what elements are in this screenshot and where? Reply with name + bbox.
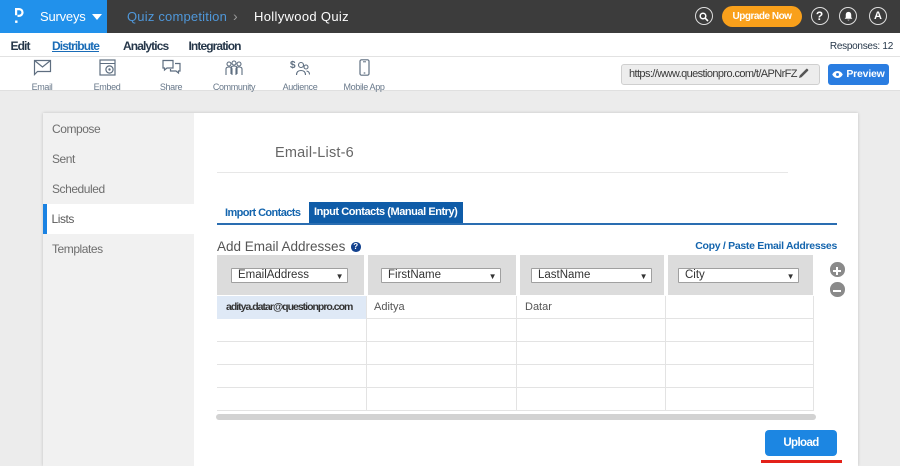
svg-text:$: $ bbox=[290, 60, 296, 71]
